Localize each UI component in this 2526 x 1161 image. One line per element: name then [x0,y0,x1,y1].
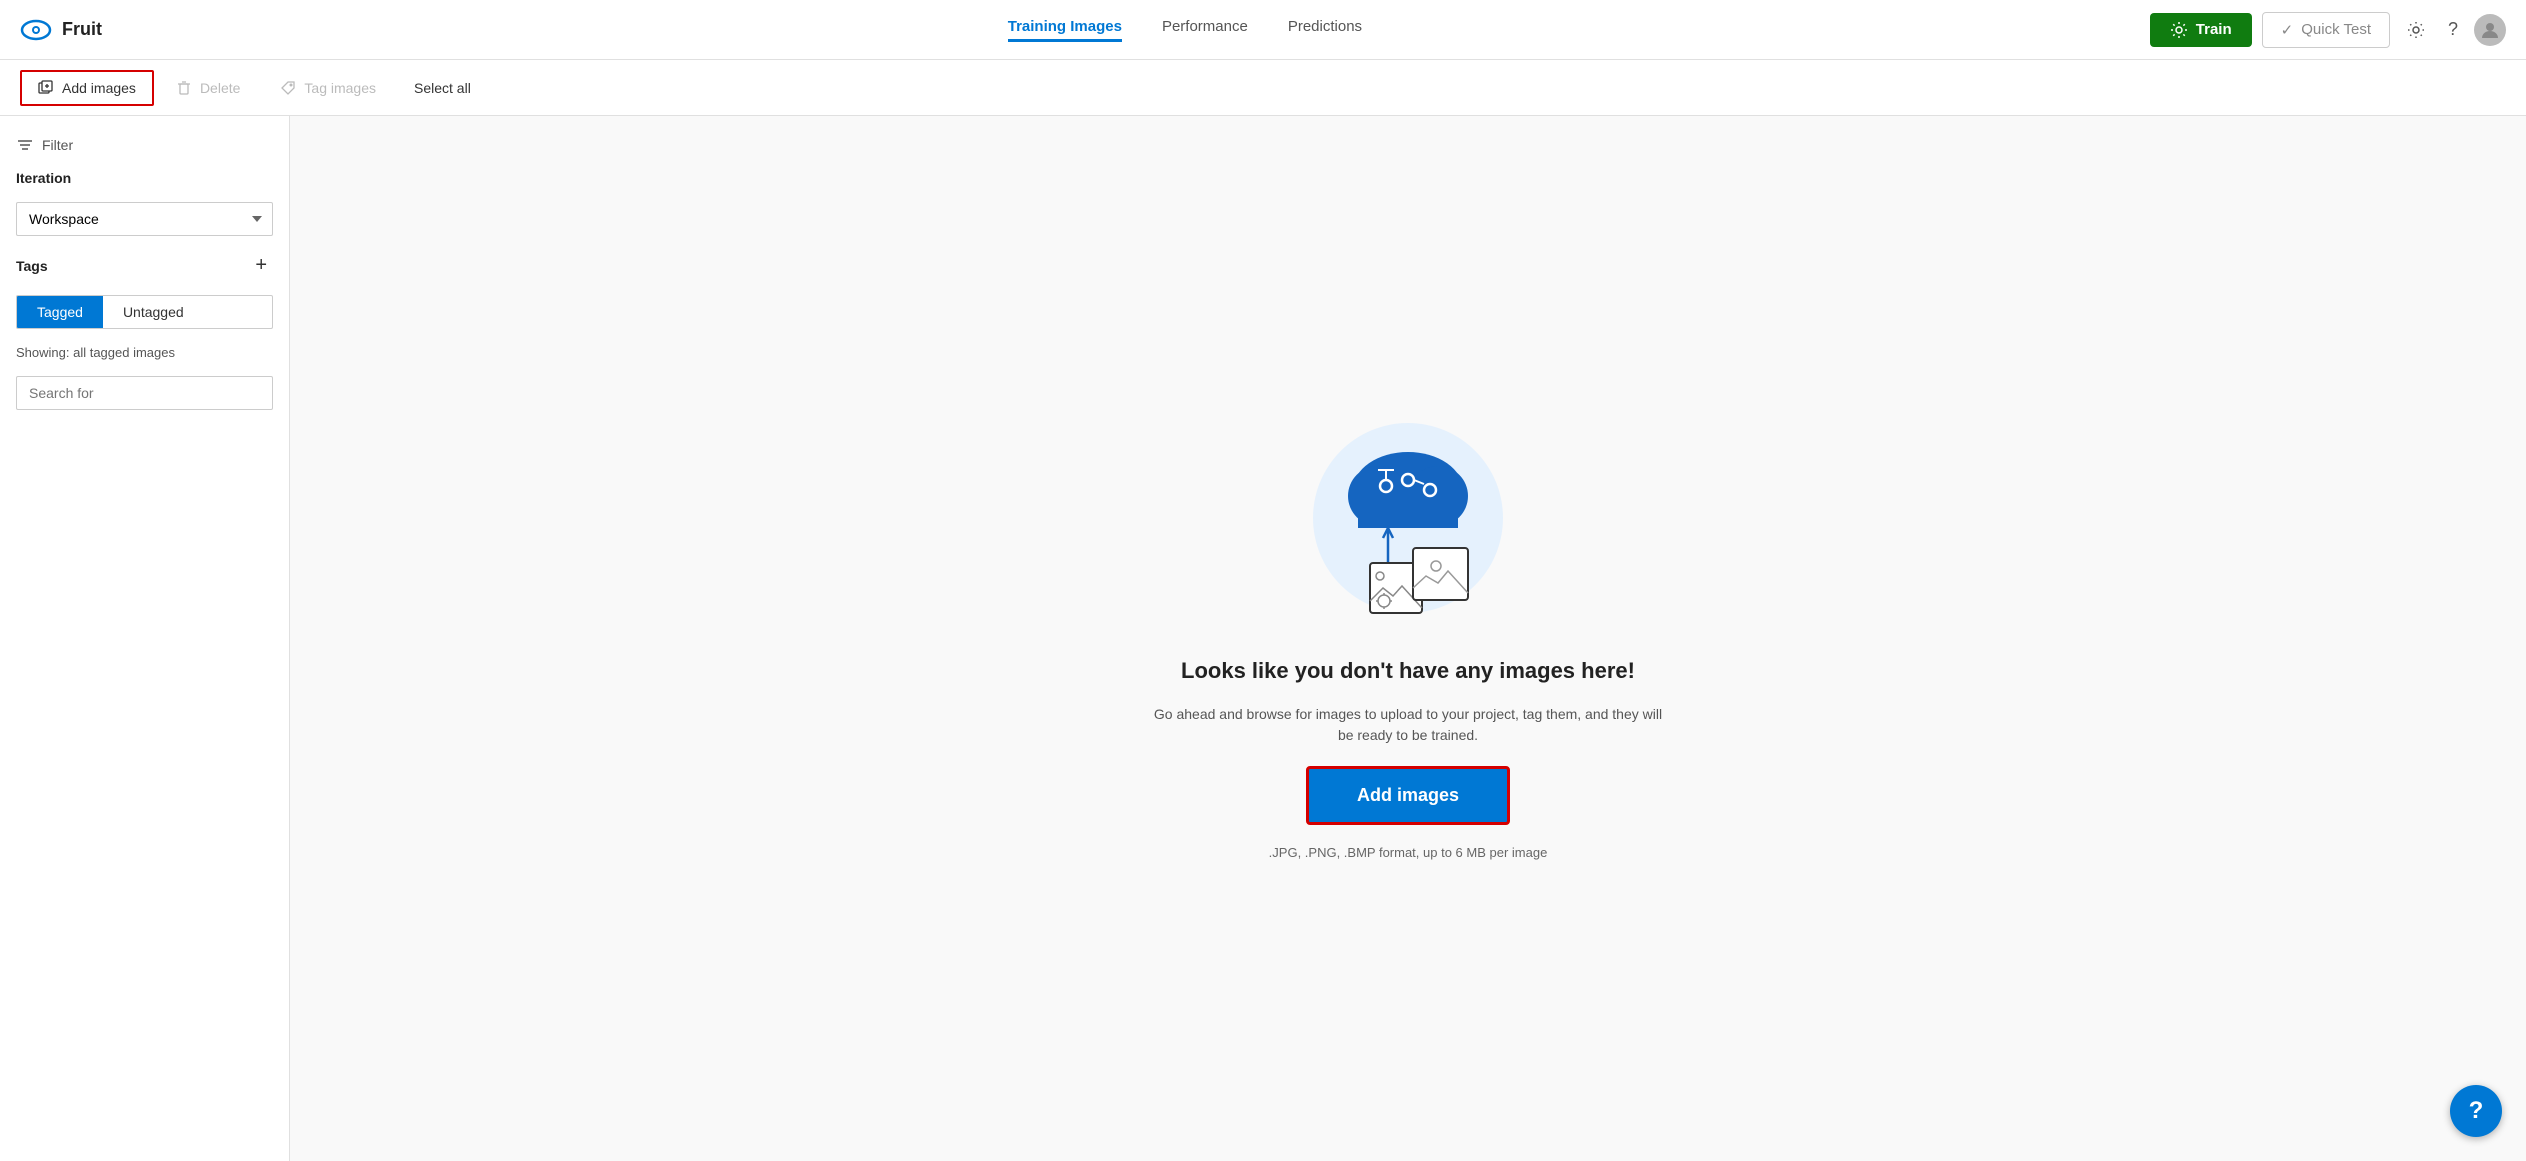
tab-training-images[interactable]: Training Images [1008,18,1122,42]
avatar[interactable] [2474,14,2506,46]
header-actions: Train ✓ Quick Test ? [2150,12,2506,48]
content-area: Looks like you don't have any images her… [290,116,2526,1161]
logo-icon [20,14,52,46]
train-label: Train [2196,21,2232,38]
add-images-large-button[interactable]: Add images [1306,766,1510,825]
format-text: .JPG, .PNG, .BMP format, up to 6 MB per … [1269,845,1548,860]
delete-button[interactable]: Delete [158,70,258,106]
logo-area: Fruit [20,14,220,46]
iteration-section: Iteration [16,170,273,186]
search-input[interactable] [16,376,273,410]
checkmark-icon: ✓ [2281,21,2294,39]
untagged-button[interactable]: Untagged [103,296,204,328]
iteration-dropdown[interactable]: Workspace [16,202,273,236]
select-all-label[interactable]: Select all [398,72,487,104]
tag-images-label: Tag images [304,80,376,96]
help-fab-button[interactable]: ? [2450,1085,2502,1137]
header: Fruit Training Images Performance Predic… [0,0,2526,60]
quick-test-label: Quick Test [2301,21,2371,38]
tags-label: Tags [16,258,48,274]
tab-performance[interactable]: Performance [1162,18,1248,42]
iteration-label: Iteration [16,170,273,186]
nav-tabs: Training Images Performance Predictions [232,18,2138,42]
delete-icon [176,80,192,96]
add-tag-button[interactable]: + [249,252,273,279]
help-header-button[interactable]: ? [2442,13,2464,46]
empty-state: Looks like you don't have any images her… [1108,378,1708,900]
empty-illustration [1298,418,1518,638]
tag-images-button[interactable]: Tag images [262,70,394,106]
app-title: Fruit [62,19,102,40]
empty-subtitle: Go ahead and browse for images to upload… [1148,704,1668,746]
filter-row[interactable]: Filter [16,136,273,154]
tags-header: Tags + [16,252,273,279]
question-icon: ? [2448,19,2458,40]
add-images-button[interactable]: Add images [20,70,154,106]
delete-label: Delete [200,80,240,96]
tab-predictions[interactable]: Predictions [1288,18,1362,42]
filter-icon [16,136,34,154]
quick-test-button[interactable]: ✓ Quick Test [2262,12,2390,48]
sidebar: Filter Iteration Workspace Tags + Tagged… [0,116,290,1161]
tag-images-icon [280,80,296,96]
user-icon [2479,19,2501,41]
add-images-label: Add images [62,80,136,96]
add-images-icon [38,80,54,96]
tagged-button[interactable]: Tagged [17,296,103,328]
showing-text: Showing: all tagged images [16,345,273,360]
empty-title: Looks like you don't have any images her… [1181,658,1635,684]
filter-label: Filter [42,137,73,153]
settings-icon [2406,20,2426,40]
train-button[interactable]: Train [2150,13,2252,47]
toolbar: Add images Delete Tag images Select all [0,60,2526,116]
main-layout: Filter Iteration Workspace Tags + Tagged… [0,116,2526,1161]
settings-button[interactable] [2400,14,2432,46]
train-gear-icon [2170,21,2188,39]
tags-toggle: Tagged Untagged [16,295,273,329]
